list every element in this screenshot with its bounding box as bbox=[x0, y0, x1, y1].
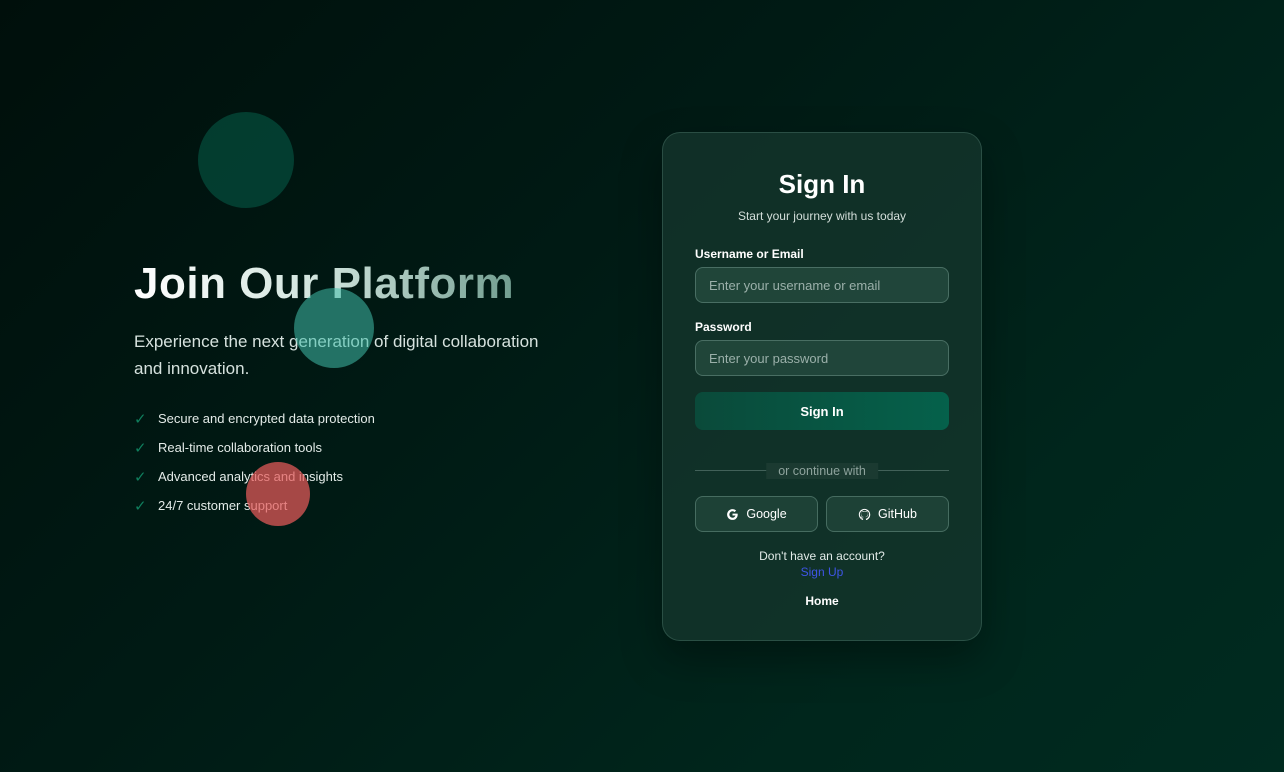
feature-item: ✓ Secure and encrypted data protection bbox=[134, 404, 554, 433]
login-page: Join Our Platform Experience the next ge… bbox=[0, 0, 1284, 772]
decorative-circle-red bbox=[246, 462, 310, 526]
feature-label: Secure and encrypted data protection bbox=[158, 411, 375, 426]
check-icon: ✓ bbox=[134, 410, 147, 428]
sign-in-card: Sign In Start your journey with us today… bbox=[662, 132, 982, 641]
divider-text: or continue with bbox=[766, 463, 878, 479]
decorative-circle-green bbox=[198, 112, 294, 208]
home-link[interactable]: Home bbox=[695, 594, 949, 608]
decorative-circle-teal bbox=[294, 288, 374, 368]
social-login-row: Google GitHub bbox=[695, 496, 949, 532]
username-label: Username or Email bbox=[695, 247, 804, 261]
feature-list: ✓ Secure and encrypted data protection ✓… bbox=[134, 404, 554, 520]
google-label: Google bbox=[746, 507, 787, 521]
divider: or continue with bbox=[695, 463, 949, 479]
username-input[interactable] bbox=[695, 267, 949, 303]
feature-item: ✓ 24/7 customer support bbox=[134, 491, 554, 520]
check-icon: ✓ bbox=[134, 468, 147, 486]
password-input[interactable] bbox=[695, 340, 949, 376]
sign-in-subtitle: Start your journey with us today bbox=[737, 209, 907, 223]
sign-up-link[interactable]: Sign Up bbox=[695, 565, 949, 579]
github-label: GitHub bbox=[878, 507, 917, 521]
password-label: Password bbox=[695, 320, 752, 334]
check-icon: ✓ bbox=[134, 439, 147, 457]
google-login-button[interactable]: Google bbox=[695, 496, 818, 532]
sign-in-title: Sign In bbox=[778, 169, 866, 199]
github-icon bbox=[858, 508, 871, 520]
feature-label: Real-time collaboration tools bbox=[158, 440, 323, 455]
feature-item: ✓ Real-time collaboration tools bbox=[134, 433, 554, 462]
google-icon bbox=[727, 508, 739, 520]
feature-item: ✓ Advanced analytics and insights bbox=[134, 462, 554, 491]
github-login-button[interactable]: GitHub bbox=[826, 496, 949, 532]
check-icon: ✓ bbox=[134, 497, 147, 515]
account-prompt: Don't have an account? bbox=[759, 549, 885, 563]
sign-in-button[interactable]: Sign In bbox=[695, 392, 949, 430]
